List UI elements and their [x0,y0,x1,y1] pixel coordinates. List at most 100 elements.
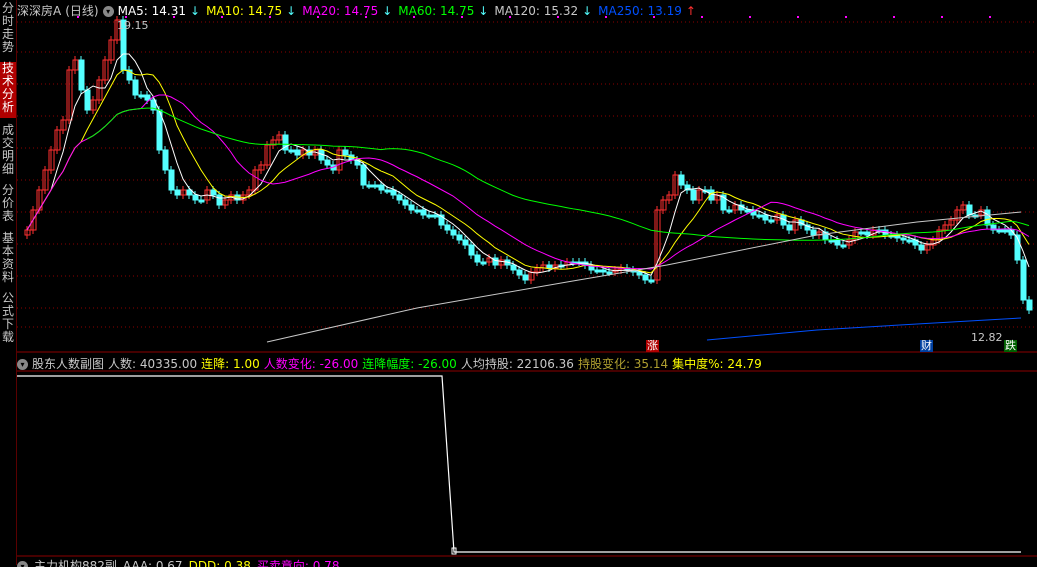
candle[interactable] [996,229,1003,233]
ma60-line [86,107,1030,241]
candle[interactable] [288,149,295,153]
candle[interactable] [1020,259,1027,301]
candle[interactable] [642,274,649,281]
candle[interactable] [900,237,907,241]
candle[interactable] [1002,229,1009,233]
candle[interactable] [432,214,439,218]
candle[interactable] [984,209,991,226]
candle[interactable] [810,229,817,236]
candle[interactable] [858,231,865,235]
candle[interactable] [402,199,409,206]
candle[interactable] [648,279,655,283]
candle[interactable] [168,169,175,191]
chart-canvas[interactable] [17,0,1037,565]
candle[interactable] [834,239,841,246]
tab-formula-download[interactable]: 公式下载 [0,292,16,348]
tab-price-table[interactable]: 分价表 [0,184,16,226]
candle[interactable] [474,254,481,263]
candle[interactable] [192,194,199,201]
bottom-chart-header: ▾ 主力机构882副 AAA: 0.67 DDD: 0.38 买卖意向: 0.78 [17,557,351,567]
candle[interactable] [84,89,91,111]
arrow-up-icon: ↑ [685,4,696,18]
arrow-down-icon: ↓ [382,4,393,18]
event-marker [797,16,799,18]
candle[interactable] [216,194,223,206]
sub-chart-title: 股东人数副图 [32,357,105,371]
candle[interactable] [1026,299,1033,311]
candle[interactable] [864,231,871,236]
candle[interactable] [918,244,925,251]
rise-limit-tag[interactable]: 涨 [646,340,659,352]
candle[interactable] [768,219,775,223]
tab-trade-details[interactable]: 成交明细 [0,124,16,180]
candle[interactable] [132,79,139,96]
candle[interactable] [744,209,751,213]
shareholder-count-line [17,375,1021,553]
event-marker [989,16,991,18]
arrow-down-icon: ↓ [478,4,489,18]
ma-indicator: MA120: 15.32 [494,4,579,18]
candle[interactable] [384,189,391,193]
candle[interactable] [468,244,475,256]
candle[interactable] [678,174,685,186]
sub-indicator: 连降: 1.00 [201,357,260,371]
chevron-down-icon[interactable]: ▾ [17,359,28,370]
event-marker [941,16,943,18]
finance-tag[interactable]: 财 [920,340,933,352]
candle[interactable] [546,264,553,269]
candle[interactable] [966,204,973,216]
candle[interactable] [396,194,403,201]
candle[interactable] [414,209,421,213]
candle[interactable] [144,94,151,101]
candle[interactable] [516,269,523,276]
candle[interactable] [762,214,769,221]
candle[interactable] [840,244,847,248]
candle[interactable] [162,149,169,171]
arrow-down-icon: ↓ [286,4,297,18]
tab-intraday[interactable]: 分时走势 [0,2,16,58]
candle[interactable] [522,274,529,281]
sub-indicator: 集中度%: 24.79 [672,357,762,371]
tab-basic-info[interactable]: 基本资料 [0,232,16,288]
chevron-down-icon[interactable]: ▾ [17,561,28,567]
candle[interactable] [906,239,913,243]
candle[interactable] [594,269,601,273]
candle[interactable] [600,269,607,273]
candle[interactable] [510,264,517,271]
candle[interactable] [366,184,373,188]
sidebar: 分时走势 技术分析 成交明细 分价表 基本资料 公式下载 [0,0,17,565]
candle[interactable] [444,224,451,231]
candle[interactable] [420,209,427,216]
tab-technical-analysis[interactable]: 技术分析 [0,62,16,118]
candle[interactable] [408,204,415,211]
candle[interactable] [372,184,379,188]
candle[interactable] [726,209,733,213]
candle[interactable] [78,59,85,91]
candle[interactable] [690,189,697,201]
candle[interactable] [786,224,793,231]
candle[interactable] [360,164,367,186]
candle[interactable] [756,214,763,218]
candle[interactable] [606,271,613,275]
candle[interactable] [390,189,397,196]
fall-limit-tag[interactable]: 跌 [1004,340,1017,352]
candle[interactable] [378,184,385,191]
sub-chart-header: ▾ 股东人数副图 人数: 40335.00 连降: 1.00 人数变化: -26.00 连… [17,355,770,371]
candle[interactable] [636,271,643,276]
candle[interactable] [324,159,331,166]
candle[interactable] [210,189,217,196]
candle[interactable] [342,149,349,156]
candle[interactable] [138,94,145,98]
candle[interactable] [294,149,301,156]
candle[interactable] [426,214,433,218]
chart-period: (日线) [65,4,99,18]
ma20-line [26,94,1030,270]
candle[interactable] [450,229,457,236]
candle[interactable] [462,239,469,246]
bottom-indicator: DDD: 0.38 [188,559,251,567]
chevron-down-icon[interactable]: ▾ [102,6,114,17]
candle[interactable] [480,261,487,265]
candle[interactable] [198,199,205,203]
candle[interactable] [456,234,463,241]
candle[interactable] [174,189,181,196]
